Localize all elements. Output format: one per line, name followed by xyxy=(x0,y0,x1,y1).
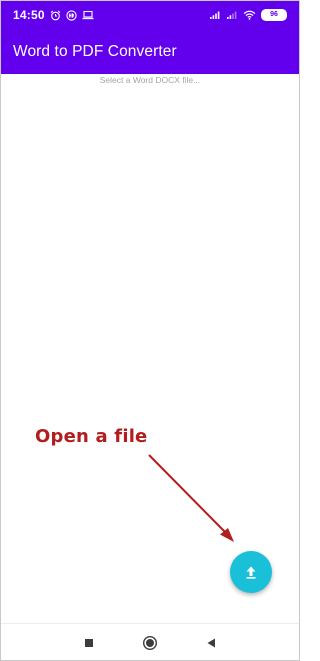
file-select-hint: Select a Word DOCX file... xyxy=(99,75,201,85)
recents-icon xyxy=(84,638,94,648)
app-title: Word to PDF Converter xyxy=(13,43,177,60)
status-bar-right: 96 xyxy=(209,1,287,29)
signal-icon xyxy=(209,10,221,20)
recents-button[interactable] xyxy=(71,624,107,660)
open-file-button[interactable] xyxy=(230,551,272,593)
annotation-label: Open a file xyxy=(35,426,148,447)
status-bar: 14:50 96 xyxy=(1,1,299,29)
system-nav-bar xyxy=(1,623,299,660)
signal-icon xyxy=(226,10,238,20)
status-time: 14:50 xyxy=(13,8,45,22)
battery-indicator: 96 xyxy=(261,9,287,21)
upload-icon xyxy=(243,564,259,580)
home-button[interactable] xyxy=(132,624,168,660)
phone-screen: 14:50 96 Word to PDF Converter Select a … xyxy=(0,0,300,661)
status-bar-left: 14:50 xyxy=(13,1,94,29)
back-icon xyxy=(205,637,217,649)
back-button[interactable] xyxy=(193,624,229,660)
home-icon xyxy=(142,635,158,651)
alarm-icon xyxy=(50,10,61,21)
app-bar: Word to PDF Converter xyxy=(1,29,299,74)
hd-icon xyxy=(66,9,77,21)
laptop-icon xyxy=(82,10,94,20)
wifi-icon xyxy=(243,10,256,20)
